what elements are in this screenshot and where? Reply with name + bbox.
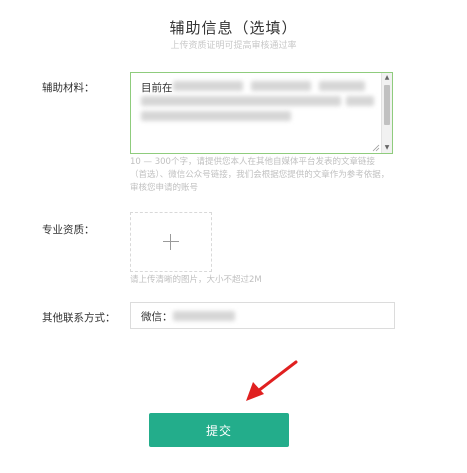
submit-button[interactable]: 提交 <box>149 413 289 447</box>
red-arrow-icon <box>246 360 298 401</box>
